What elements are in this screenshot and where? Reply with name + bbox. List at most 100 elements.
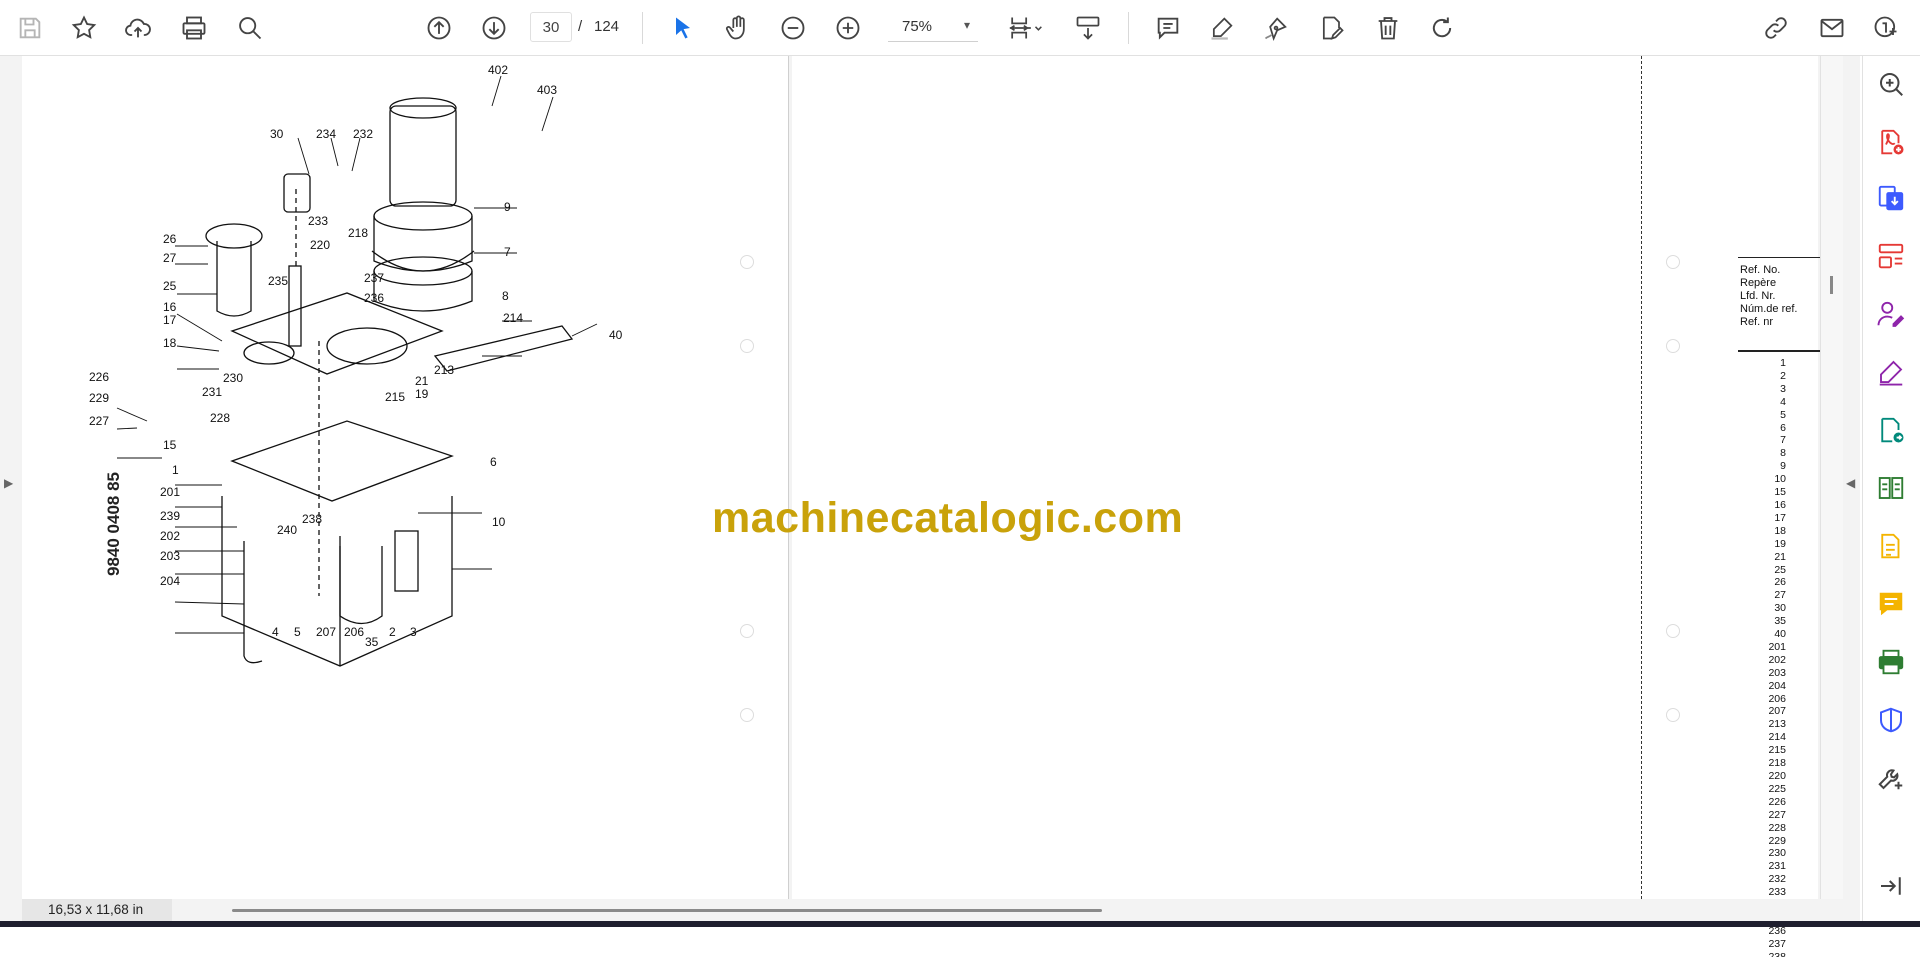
- hand-pan-icon[interactable]: [720, 10, 756, 46]
- share-link-icon[interactable]: [1758, 10, 1794, 46]
- chevron-down-icon: ▾: [963, 18, 970, 32]
- list-item: 40: [1774, 628, 1786, 641]
- callout-label: 17: [163, 313, 177, 327]
- more-tools-icon[interactable]: [1873, 760, 1909, 796]
- compare-files-icon[interactable]: [1873, 470, 1909, 506]
- fit-page-icon[interactable]: [1000, 10, 1050, 46]
- list-item: 18: [1774, 524, 1786, 537]
- parts-list-headers: Ref. No. Repère Lfd. Nr. Núm.de ref. Ref…: [1740, 264, 1797, 329]
- scrollbar-thumb[interactable]: [1830, 276, 1833, 294]
- list-item: 226: [1768, 795, 1786, 808]
- callout-label: 15: [163, 438, 177, 452]
- delete-trash-icon[interactable]: [1370, 10, 1406, 46]
- upload-cloud-icon[interactable]: [120, 10, 156, 46]
- taskbar-edge: [0, 921, 1920, 927]
- send-for-review-icon[interactable]: [1873, 412, 1909, 448]
- list-item: 202: [1768, 653, 1786, 666]
- print-icon[interactable]: [176, 10, 212, 46]
- page-number-input[interactable]: [530, 12, 572, 42]
- callout-label: 201: [160, 485, 180, 499]
- document-viewport[interactable]: ▶ 402 403 30 234 232 9 7 233 218 26 27 2…: [0, 56, 1860, 957]
- zoom-in-icon[interactable]: [830, 10, 866, 46]
- vertical-scrollbar[interactable]: [1820, 56, 1843, 899]
- list-item: 17: [1774, 511, 1786, 524]
- callout-label: 226: [89, 370, 109, 384]
- list-item: 238: [1768, 950, 1786, 957]
- toolbar-divider: [1128, 12, 1129, 44]
- zoom-out-icon[interactable]: [775, 10, 811, 46]
- fill-sign-icon[interactable]: [1873, 354, 1909, 390]
- horizontal-scrollbar[interactable]: [232, 909, 1102, 912]
- add-account-icon[interactable]: [1868, 10, 1904, 46]
- next-page-icon[interactable]: [476, 10, 512, 46]
- comment-sidebar-icon[interactable]: [1873, 586, 1909, 622]
- list-item: 1: [1780, 357, 1786, 369]
- callout-label: 9: [504, 200, 511, 214]
- collapse-sidebar-icon[interactable]: [1873, 868, 1909, 904]
- callout-label: 207: [316, 625, 336, 639]
- list-item: 8: [1780, 447, 1786, 460]
- callout-label: 25: [163, 279, 177, 293]
- callout-label: 227: [89, 414, 109, 428]
- callout-label: 1: [172, 463, 179, 477]
- callout-label: 10: [492, 515, 506, 529]
- list-item: 25: [1774, 563, 1786, 576]
- table-rule: [1738, 350, 1820, 352]
- list-item: 233: [1768, 886, 1786, 899]
- export-pdf-icon[interactable]: [1873, 180, 1909, 216]
- print-production-icon[interactable]: [1873, 644, 1909, 680]
- list-item: 9: [1780, 460, 1786, 473]
- scroll-mode-icon[interactable]: [1070, 10, 1106, 46]
- zoom-select[interactable]: 75% ▾: [888, 12, 978, 42]
- edit-text-icon[interactable]: [1314, 10, 1350, 46]
- list-item: 4: [1780, 395, 1786, 408]
- email-envelope-icon[interactable]: [1814, 10, 1850, 46]
- callout-label: 4: [272, 625, 279, 639]
- previous-page-icon[interactable]: [421, 10, 457, 46]
- highlight-pen-icon[interactable]: [1204, 10, 1240, 46]
- edit-pdf-icon[interactable]: [1873, 528, 1909, 564]
- collapse-right-panel-icon[interactable]: ◀: [1846, 476, 1855, 490]
- punch-hole: [740, 708, 754, 722]
- list-item: 229: [1768, 834, 1786, 847]
- callout-label: 230: [223, 371, 243, 385]
- expand-left-panel-icon[interactable]: ▶: [4, 476, 13, 490]
- list-item: 203: [1768, 666, 1786, 679]
- request-signature-icon[interactable]: [1873, 296, 1909, 332]
- callout-label: 403: [537, 83, 557, 97]
- punch-hole: [740, 255, 754, 269]
- document-page-right: [792, 56, 1818, 899]
- callout-label: 204: [160, 574, 180, 588]
- header-label: Ref. No.: [1740, 264, 1781, 276]
- find-zoom-icon[interactable]: [232, 10, 268, 46]
- header-label: Lfd. Nr.: [1740, 290, 1776, 302]
- list-item: 231: [1768, 860, 1786, 873]
- punch-hole: [740, 624, 754, 638]
- callout-label: 229: [89, 391, 109, 405]
- list-item: 206: [1768, 692, 1786, 705]
- punch-hole: [1666, 624, 1680, 638]
- list-item: 35: [1774, 615, 1786, 628]
- protect-shield-icon[interactable]: [1873, 702, 1909, 738]
- zoom-search-icon[interactable]: [1873, 66, 1909, 102]
- select-cursor-icon[interactable]: [665, 10, 701, 46]
- document-code: 9840 0408 85: [104, 472, 123, 576]
- rotate-redo-icon[interactable]: [1424, 10, 1460, 46]
- tools-sidebar: [1862, 56, 1920, 921]
- bookmark-star-icon[interactable]: [66, 10, 102, 46]
- list-item: 218: [1768, 757, 1786, 770]
- list-item: 19: [1774, 537, 1786, 550]
- zoom-value: 75%: [902, 18, 933, 35]
- save-icon[interactable]: [12, 10, 48, 46]
- list-item: 207: [1768, 705, 1786, 718]
- list-item: 204: [1768, 679, 1786, 692]
- comment-icon[interactable]: [1150, 10, 1186, 46]
- create-pdf-icon[interactable]: [1873, 124, 1909, 160]
- draw-pen-icon[interactable]: [1258, 10, 1294, 46]
- page-separator: /: [578, 18, 583, 35]
- callout-label: 231: [202, 385, 222, 399]
- list-item: 27: [1774, 589, 1786, 602]
- punch-hole: [740, 339, 754, 353]
- callout-label: 5: [294, 625, 301, 639]
- organize-pages-icon[interactable]: [1873, 238, 1909, 274]
